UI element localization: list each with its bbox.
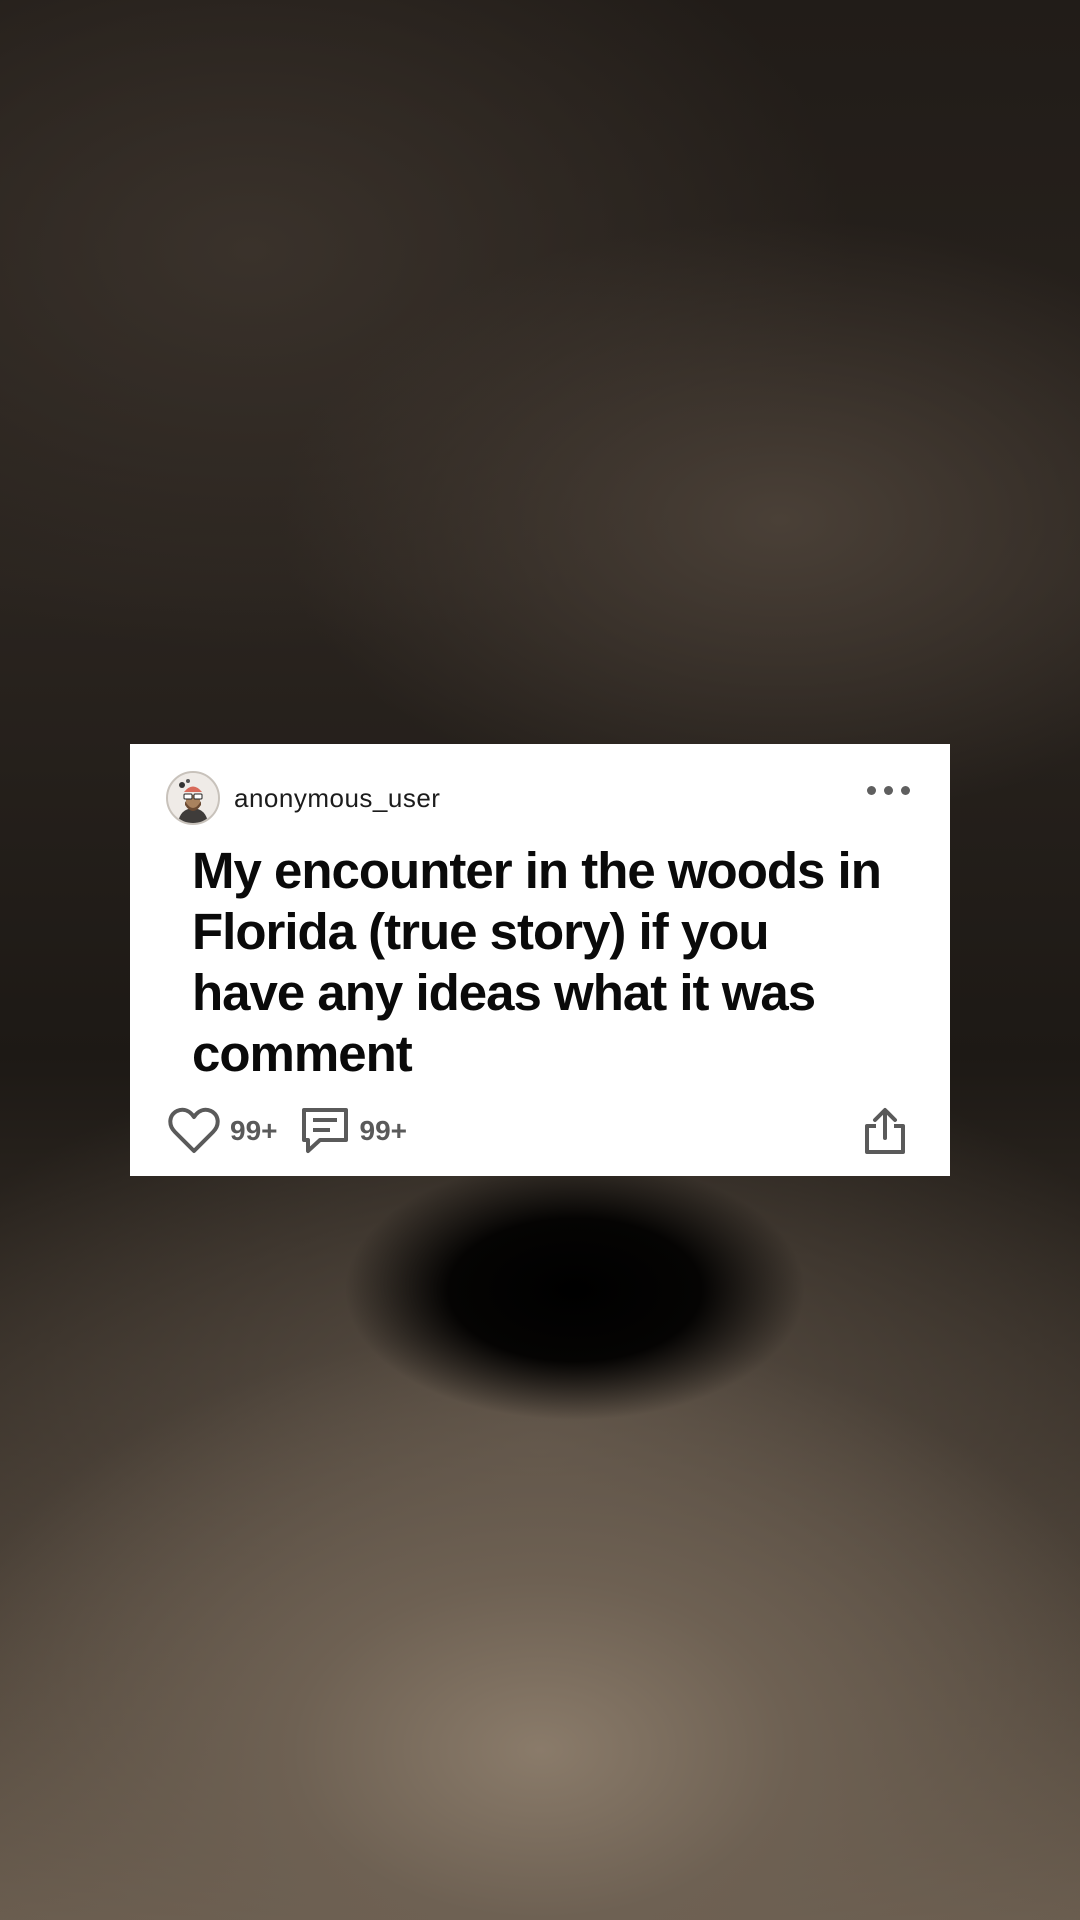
more-options-icon[interactable] [867,786,910,795]
post-actions: 99+ 99+ [168,1106,429,1156]
username[interactable]: anonymous_user [234,783,440,814]
share-icon [865,1108,905,1154]
post-card[interactable]: anonymous_user My encounter in the woods… [130,744,950,1176]
post-title[interactable]: My encounter in the woods in Florida (tr… [192,840,892,1084]
like-button[interactable]: 99+ [168,1107,278,1155]
avatar-icon [168,773,218,823]
likes-count: 99+ [230,1115,278,1146]
comment-button[interactable]: 99+ [300,1106,408,1156]
share-button[interactable] [862,1106,908,1161]
avatar[interactable] [166,771,220,825]
comments-count: 99+ [359,1115,408,1146]
comment-icon [301,1108,348,1153]
post-header: anonymous_user [166,768,440,828]
heart-icon [168,1107,220,1153]
